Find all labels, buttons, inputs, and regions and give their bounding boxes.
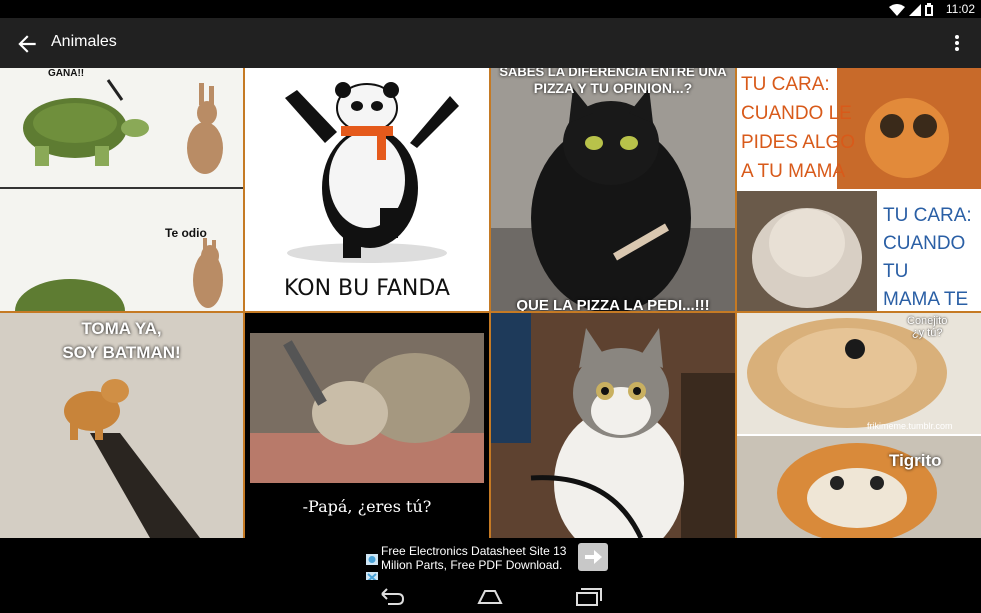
- signal-icon: [909, 3, 921, 16]
- meme-cat-desk[interactable]: [491, 313, 735, 538]
- meme-caption-2: SOY BATMAN!: [62, 343, 181, 362]
- arrow-right-icon: [585, 550, 602, 564]
- ad-text: Free Electronics Datasheet Site 13 Milio…: [381, 544, 566, 572]
- status-icons: [889, 3, 933, 16]
- cat-desk-image: [491, 313, 735, 538]
- black-cat-image: [491, 68, 735, 311]
- status-bar: 11:02: [0, 0, 981, 18]
- meme-tu-cara[interactable]: TU CARA: CUANDO LE PIDES ALGO A TU MAMA …: [737, 68, 981, 311]
- meme-hedgehog-brush[interactable]: -Papá, ¿eres tú?: [245, 313, 489, 538]
- panda-image: [245, 68, 489, 311]
- recents-nav-icon[interactable]: [575, 585, 603, 607]
- ad-banner[interactable]: Free Electronics Datasheet Site 13 Milio…: [366, 542, 608, 583]
- meme-text-2: Tigrito: [889, 451, 942, 470]
- meme-top-text-1: SABES LA DIFERENCIA ENTRE UNA: [499, 68, 727, 79]
- meme-text-1: Conejito ¿y tú?: [907, 315, 948, 339]
- navigation-bar: [0, 580, 981, 613]
- meme-grid: GANA!! Te odio KON BU FANDA SABES LA DIF…: [0, 68, 981, 538]
- meme-batman-dog[interactable]: TOMA YA, SOY BATMAN!: [0, 313, 243, 538]
- tortoise-hare-image: [0, 68, 243, 311]
- ad-line-1: Free Electronics Datasheet Site 13: [381, 544, 567, 558]
- battery-icon: [925, 3, 933, 16]
- meme-rabbit-tiger[interactable]: Conejito ¿y tú? frikimeme.tumblr.com Tig…: [737, 313, 981, 538]
- more-vert-icon[interactable]: [947, 33, 967, 53]
- back-nav-icon[interactable]: [378, 585, 406, 607]
- home-nav-icon[interactable]: [476, 585, 504, 607]
- meme-top-text-2: PIZZA Y TU OPINION...?: [533, 80, 693, 96]
- meme-kung-fu-panda[interactable]: KON BU FANDA: [245, 68, 489, 311]
- status-time: 11:02: [945, 2, 975, 16]
- meme-text-2: TU CARA: CUANDO TU MAMA TE PIDE ALGO: [883, 205, 972, 310]
- meme-bottom-text: QUE LA PIZZA LA PEDI...!!!: [516, 297, 710, 311]
- wifi-icon: [889, 3, 905, 16]
- meme-watermark: frikimeme.tumblr.com: [867, 421, 953, 431]
- meme-tortoise-hare[interactable]: GANA!! Te odio: [0, 68, 243, 311]
- page-title: Animales: [51, 33, 117, 50]
- ad-line-2: Milion Parts, Free PDF Download.: [381, 558, 563, 572]
- meme-caption-1: TOMA YA,: [81, 319, 162, 338]
- meme-black-cat-pizza[interactable]: SABES LA DIFERENCIA ENTRE UNA PIZZA Y TU…: [491, 68, 735, 311]
- arrow-back-icon[interactable]: [14, 31, 40, 57]
- meme-caption: -Papá, ¿eres tú?: [302, 497, 432, 516]
- meme-caption: KON BU FANDA: [284, 276, 450, 301]
- meme-bottom-text: Te odio: [165, 226, 207, 240]
- meme-text-1: TU CARA: CUANDO LE PIDES ALGO A TU MAMA: [741, 74, 856, 182]
- adchoices-icon[interactable]: [366, 554, 378, 565]
- meme-top-text: GANA!!: [48, 68, 85, 79]
- ad-open-button[interactable]: [578, 543, 608, 571]
- app-bar: Animales: [0, 18, 981, 68]
